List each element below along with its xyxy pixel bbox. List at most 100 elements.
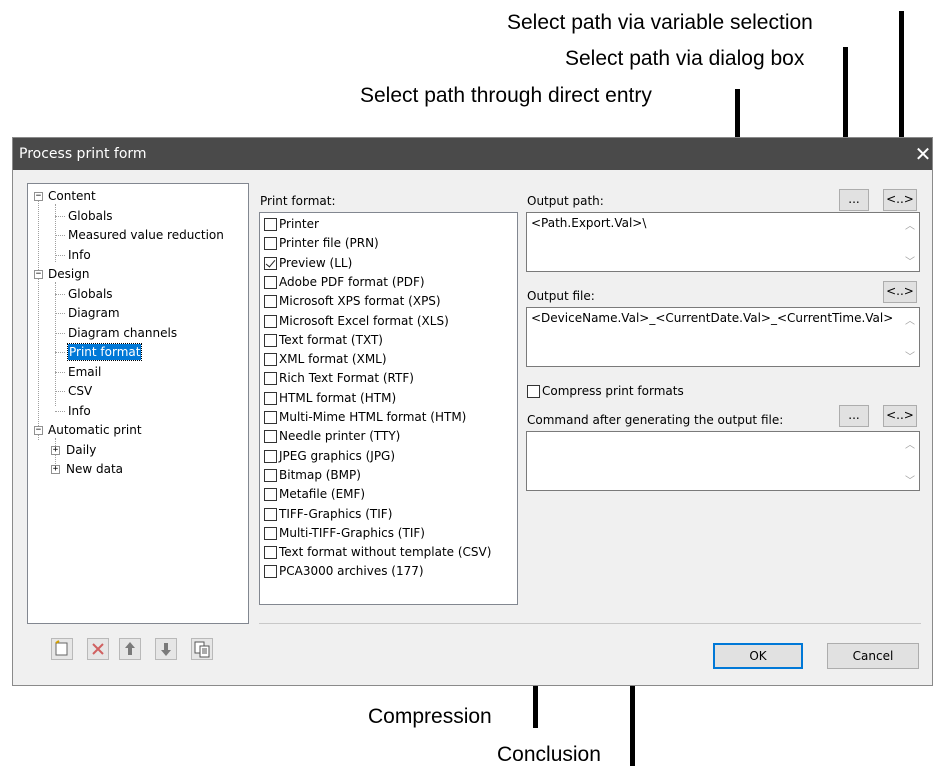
print-format-option-label: Multi-TIFF-Graphics (TIF) — [279, 525, 425, 540]
scroll-down-icon[interactable]: ﹀ — [903, 472, 917, 487]
print-format-option[interactable]: Metafile (EMF) — [264, 487, 365, 506]
tree-item[interactable]: − Automatic print — [28, 422, 246, 438]
collapse-icon[interactable]: − — [34, 192, 43, 201]
print-format-option-label: TIFF-Graphics (TIF) — [279, 506, 393, 521]
expand-icon[interactable]: + — [51, 445, 60, 455]
checkbox-box[interactable] — [264, 218, 277, 231]
collapse-icon[interactable]: − — [34, 270, 43, 279]
checkbox-box[interactable] — [264, 391, 277, 405]
move-up-icon[interactable] — [119, 638, 141, 660]
process-print-form-dialog: Process print form ✕ − Content Globals Meas… — [12, 137, 933, 686]
print-format-option[interactable]: Rich Text Format (RTF) — [264, 371, 414, 390]
scroll-up-icon[interactable]: ︿ — [903, 217, 917, 232]
print-format-option[interactable]: Preview (LL) — [264, 256, 352, 275]
tree-item[interactable]: − Content — [28, 188, 246, 204]
checkbox-box[interactable] — [264, 430, 277, 444]
cancel-button[interactable]: Cancel — [827, 643, 919, 669]
print-format-option[interactable]: Microsoft Excel format (XLS) — [264, 314, 449, 333]
output-file-value: <DeviceName.Val>_<CurrentDate.Val>_<Curr… — [531, 311, 894, 325]
checkbox-box[interactable] — [264, 449, 277, 463]
tree-item[interactable]: Info — [28, 247, 246, 263]
new-entry-icon[interactable] — [51, 638, 73, 660]
print-format-option[interactable]: Needle printer (TTY) — [264, 429, 400, 448]
scroll-up-icon[interactable]: ︿ — [903, 436, 917, 451]
tree-item[interactable]: + New data — [28, 461, 246, 477]
tree-item[interactable]: CSV — [28, 383, 246, 399]
tree-item[interactable]: Email — [28, 364, 246, 380]
print-format-option-label: Text format without template (CSV) — [279, 545, 492, 560]
command-after-label: Command after generating the output file… — [527, 413, 784, 427]
compress-print-formats-checkbox[interactable]: Compress print formats — [527, 384, 684, 398]
tree-item[interactable]: Info — [28, 403, 246, 419]
tree-item[interactable]: + Daily — [28, 442, 246, 458]
command-dialog-button[interactable]: ... — [839, 405, 869, 427]
print-format-option[interactable]: TIFF-Graphics (TIF) — [264, 507, 392, 526]
collapse-icon[interactable]: − — [34, 426, 43, 435]
checkbox-box[interactable] — [264, 468, 277, 482]
command-variable-button[interactable]: <..> — [883, 405, 917, 427]
checkbox-box[interactable] — [264, 411, 277, 424]
print-format-option-label: JPEG graphics (JPG) — [279, 448, 396, 463]
output-path-input[interactable]: <Path.Export.Val>\ ︿ ﹀ — [526, 212, 920, 272]
move-down-icon[interactable] — [155, 638, 177, 660]
title-bar: Process print form ✕ — [13, 138, 932, 170]
print-format-option-label: PCA3000 archives (177) — [279, 564, 424, 579]
output-path-dialog-button[interactable]: ... — [839, 189, 869, 211]
print-format-option[interactable]: Adobe PDF format (PDF) — [264, 275, 425, 294]
output-path-variable-button[interactable]: <..> — [883, 189, 917, 211]
checkbox-box[interactable] — [264, 526, 277, 540]
print-format-option[interactable]: Microsoft XPS format (XPS) — [264, 294, 441, 313]
print-format-option[interactable]: JPEG graphics (JPG) — [264, 449, 395, 468]
checkbox-box[interactable] — [264, 353, 277, 367]
checkbox-box[interactable] — [264, 565, 277, 579]
tree-item[interactable]: Measured value reduction — [28, 227, 246, 243]
command-input[interactable]: ︿ ﹀ — [526, 431, 920, 491]
tree-item[interactable]: Globals — [28, 286, 246, 302]
tree-item-label: Globals — [68, 286, 113, 301]
annotation-compression: Compression — [368, 705, 492, 728]
print-format-option[interactable]: Text format without template (CSV) — [264, 545, 491, 564]
print-format-list: Printer Printer file (PRN) Preview (LL) Ado… — [259, 212, 518, 605]
output-file-label: Output file: — [527, 289, 595, 303]
close-icon[interactable]: ✕ — [914, 138, 932, 170]
checkbox-box[interactable] — [264, 488, 277, 502]
output-file-input[interactable]: <DeviceName.Val>_<CurrentDate.Val>_<Curr… — [526, 307, 920, 367]
output-file-variable-button[interactable]: <..> — [883, 281, 917, 303]
scroll-down-icon[interactable]: ﹀ — [903, 348, 917, 363]
checkbox-box[interactable] — [264, 314, 277, 328]
print-format-option[interactable]: Printer file (PRN) — [264, 236, 379, 255]
tree-item-label: New data — [66, 462, 124, 476]
tree-item[interactable]: − Design — [28, 266, 246, 282]
tree-item-label: Design — [48, 267, 90, 281]
print-format-option[interactable]: Text format (TXT) — [264, 333, 383, 352]
print-format-option[interactable]: HTML format (HTM) — [264, 391, 396, 410]
print-format-option[interactable]: PCA3000 archives (177) — [264, 564, 424, 583]
checkbox-box[interactable] — [264, 372, 277, 386]
copy-icon[interactable] — [191, 638, 213, 660]
checkbox-box[interactable] — [264, 237, 277, 251]
print-format-option[interactable]: Multi-Mime HTML format (HTM) — [264, 410, 466, 429]
checkbox-box[interactable] — [264, 333, 277, 347]
navigation-tree: − Content Globals Measured value reduction I… — [27, 183, 249, 624]
tree-item-label: Print format — [66, 343, 143, 361]
checkbox-box[interactable] — [264, 295, 277, 309]
tree-item[interactable]: Globals — [28, 208, 246, 224]
delete-icon[interactable] — [87, 638, 109, 660]
print-format-option[interactable]: Bitmap (BMP) — [264, 468, 361, 487]
tree-item[interactable]: Diagram channels — [28, 325, 246, 341]
checkbox-box[interactable] — [264, 256, 277, 270]
print-format-option[interactable]: XML format (XML) — [264, 352, 387, 371]
checkbox-box[interactable] — [264, 546, 277, 560]
compress-label: Compress print formats — [542, 384, 684, 398]
print-format-option[interactable]: Printer — [264, 217, 319, 236]
expand-icon[interactable]: + — [51, 465, 60, 474]
checkbox-box[interactable] — [527, 385, 540, 398]
checkbox-box[interactable] — [264, 275, 277, 289]
checkbox-box[interactable] — [264, 507, 277, 521]
scroll-up-icon[interactable]: ︿ — [903, 312, 917, 327]
scroll-down-icon[interactable]: ﹀ — [903, 253, 917, 268]
tree-item[interactable]: Print format — [28, 343, 246, 361]
ok-button[interactable]: OK — [713, 643, 803, 669]
print-format-option[interactable]: Multi-TIFF-Graphics (TIF) — [264, 526, 425, 545]
tree-item[interactable]: Diagram — [28, 305, 246, 321]
